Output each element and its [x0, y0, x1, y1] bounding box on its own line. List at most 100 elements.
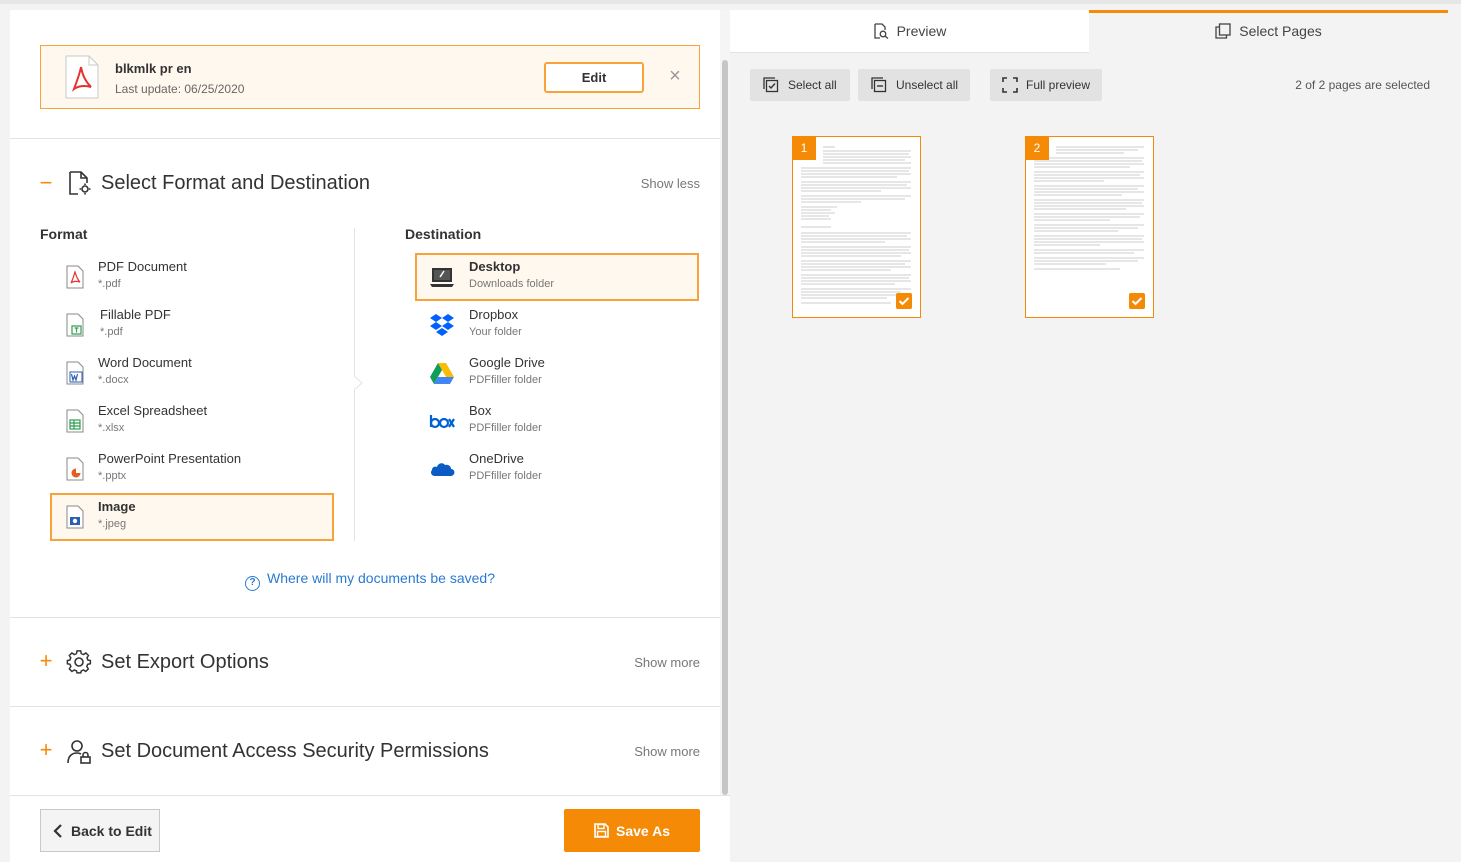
unselect-all-button[interactable]: Unselect all: [858, 69, 970, 101]
destination-heading: Destination: [405, 226, 482, 242]
show-more-export-link[interactable]: Show more: [634, 655, 700, 670]
destination-sub: PDFfiller folder: [469, 470, 542, 482]
section-title-format: Select Format and Destination: [101, 172, 371, 194]
select-all-button[interactable]: Select all: [750, 69, 850, 101]
pages-selected-count: 2 of 2 pages are selected: [1295, 78, 1430, 92]
section-title-export: Set Export Options: [101, 651, 269, 673]
fillable-pdf-icon: [66, 313, 84, 337]
destination-option-google-drive[interactable]: Google Drive PDFfiller folder: [415, 349, 699, 397]
back-to-edit-button[interactable]: Back to Edit: [40, 809, 160, 852]
chevron-left-icon: [53, 824, 62, 838]
expand-toggle[interactable]: +: [38, 739, 54, 761]
full-preview-label: Full preview: [1026, 78, 1091, 92]
format-name: PDF Document: [98, 259, 187, 274]
user-lock-icon: [67, 740, 91, 764]
question-circle-icon: ?: [245, 576, 260, 591]
format-ext: *.docx: [98, 374, 129, 386]
format-name: Word Document: [98, 355, 192, 370]
destination-sub: PDFfiller folder: [469, 422, 542, 434]
format-option-image[interactable]: Image *.jpeg: [50, 493, 334, 541]
format-option-fillable-pdf[interactable]: Fillable PDF *.pdf: [50, 301, 334, 349]
file-card: blkmlk pr en Last update: 06/25/2020 Edi…: [40, 45, 700, 109]
format-ext: *.jpeg: [98, 518, 127, 530]
full-preview-button[interactable]: Full preview: [990, 69, 1102, 101]
show-more-security-link[interactable]: Show more: [634, 744, 700, 759]
divider: [10, 617, 720, 618]
destination-name: Dropbox: [469, 307, 519, 322]
chevron-right-icon: [354, 376, 363, 390]
format-name: Fillable PDF: [100, 307, 171, 322]
format-option-pdf[interactable]: PDF Document *.pdf: [50, 253, 334, 301]
format-name: Excel Spreadsheet: [98, 403, 208, 418]
fullscreen-icon: [1002, 77, 1018, 93]
checkbox-checked-icon[interactable]: [896, 293, 912, 309]
format-name: PowerPoint Presentation: [98, 451, 242, 466]
page-text-lines: [801, 146, 911, 304]
destination-option-onedrive[interactable]: OneDrive PDFfiller folder: [415, 445, 699, 493]
save-icon: [594, 823, 609, 838]
tab-preview-label: Preview: [896, 23, 947, 39]
select-all-icon: [763, 77, 779, 93]
destination-name: Google Drive: [469, 355, 545, 370]
bottom-action-bar: Back to Edit Save As: [10, 795, 730, 862]
expand-toggle[interactable]: +: [38, 650, 54, 672]
close-icon[interactable]: ×: [665, 66, 685, 86]
dropbox-icon: [430, 314, 454, 336]
excel-file-icon: [66, 409, 84, 433]
destination-option-dropbox[interactable]: Dropbox Your folder: [415, 301, 699, 349]
save-as-label: Save As: [616, 822, 670, 839]
scrollbar-thumb[interactable]: [722, 60, 728, 795]
box-icon: [429, 415, 455, 429]
destination-sub: Downloads folder: [469, 278, 554, 290]
format-heading: Format: [40, 226, 88, 242]
tab-select-pages[interactable]: Select Pages: [1089, 10, 1448, 53]
word-file-icon: [66, 361, 84, 385]
help-link-text: Where will my documents be saved?: [267, 570, 495, 586]
google-drive-icon: [430, 363, 454, 384]
format-option-excel[interactable]: Excel Spreadsheet *.xlsx: [50, 397, 334, 445]
top-border: [0, 0, 1461, 4]
tab-select-pages-label: Select Pages: [1239, 23, 1322, 39]
destination-sub: Your folder: [469, 326, 522, 338]
format-name: Image: [98, 499, 136, 514]
tab-preview[interactable]: Preview: [730, 10, 1089, 53]
help-link[interactable]: ? Where will my documents be saved?: [245, 570, 495, 591]
destination-option-desktop[interactable]: Desktop Downloads folder: [415, 253, 699, 301]
page-number-badge: 2: [1025, 136, 1049, 160]
page-thumbnail-2[interactable]: 2: [1025, 136, 1154, 318]
image-file-icon: [66, 505, 84, 529]
gear-icon: [66, 650, 92, 674]
file-last-update: Last update: 06/25/2020: [115, 82, 245, 96]
checkbox-checked-icon[interactable]: [1129, 293, 1145, 309]
format-ext: *.xlsx: [98, 422, 125, 434]
preview-tabs: Preview Select Pages: [730, 10, 1450, 53]
pdf-file-icon: [66, 265, 84, 289]
format-option-word[interactable]: Word Document *.docx: [50, 349, 334, 397]
pdf-icon: [65, 55, 99, 99]
save-as-button[interactable]: Save As: [564, 809, 700, 852]
format-ext: *.pdf: [98, 278, 121, 290]
destination-name: Box: [469, 403, 492, 418]
show-less-link[interactable]: Show less: [641, 176, 700, 191]
unselect-all-icon: [871, 77, 887, 93]
destination-name: OneDrive: [469, 451, 524, 466]
collapse-toggle[interactable]: −: [38, 172, 54, 194]
edit-file-button[interactable]: Edit: [544, 62, 644, 93]
file-settings-icon: [69, 171, 91, 195]
export-settings-panel: blkmlk pr en Last update: 06/25/2020 Edi…: [10, 10, 720, 862]
onedrive-icon: [431, 463, 455, 476]
destination-option-box[interactable]: Box PDFfiller folder: [415, 397, 699, 445]
select-all-label: Select all: [788, 78, 837, 92]
destination-sub: PDFfiller folder: [469, 374, 542, 386]
document-search-icon: [873, 23, 889, 39]
unselect-all-label: Unselect all: [896, 78, 959, 92]
destination-name: Desktop: [469, 259, 521, 274]
format-option-powerpoint[interactable]: PowerPoint Presentation *.pptx: [50, 445, 334, 493]
divider: [10, 138, 720, 139]
format-ext: *.pdf: [100, 326, 123, 338]
format-ext: *.pptx: [98, 470, 127, 482]
page-number-badge: 1: [792, 136, 816, 160]
powerpoint-file-icon: [66, 457, 84, 481]
section-title-security: Set Document Access Security Permissions: [101, 740, 489, 762]
page-thumbnail-1[interactable]: 1: [792, 136, 921, 318]
